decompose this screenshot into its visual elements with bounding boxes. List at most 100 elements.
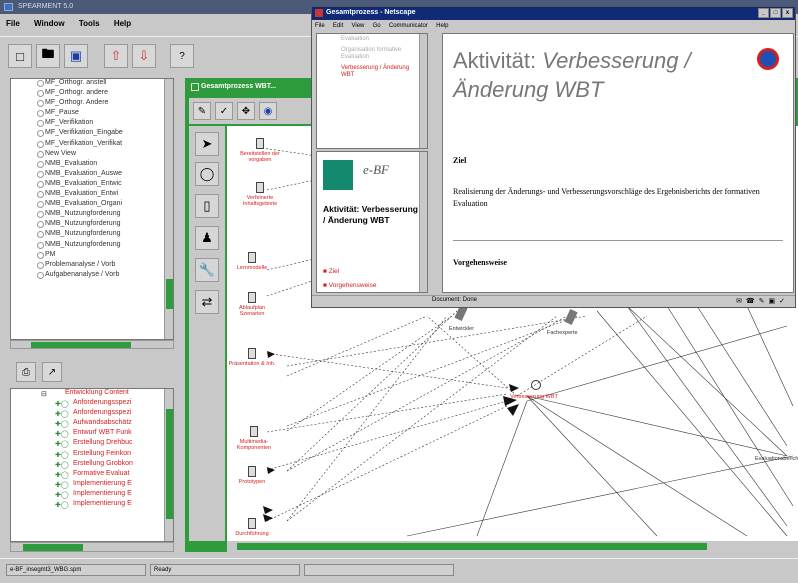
tree-item[interactable]: MF_Verifikation [11,119,173,129]
tree-top-vscroll[interactable] [164,79,173,339]
tree-item[interactable]: Problemanalyse / Vorb [11,261,173,271]
tree-item[interactable]: NMB_Evaluation_Auswe [11,170,173,180]
tree-item[interactable]: MF_Verifikation_Verifikat [11,140,173,150]
ns-link-vorgehen[interactable]: ■ Vorgehensweise [323,282,376,289]
document-icon [248,292,256,303]
ns-component-icons[interactable]: ✉☎✎▣✓ [736,297,789,305]
process-tree-top[interactable]: MF_Orthogr. anstell MF_Orthogr. andere MF_… [10,78,174,340]
tree-item[interactable]: MF_Orthogr. anstell [11,79,173,89]
activity-node-icon: ✚◯ [55,481,69,489]
globe-icon[interactable]: ◉ [259,102,277,120]
tree-item[interactable]: MF_Pause [11,109,173,119]
work-product-node[interactable]: Präsentation & Inh. [227,348,277,367]
work-product-node[interactable]: Ablaufplan Szenarien [227,292,277,317]
pencil-icon[interactable]: ✎ [193,102,211,120]
tree-item[interactable]: PM [11,251,173,261]
context-help-icon[interactable]: ? [170,44,194,68]
gear-icon [37,241,44,249]
activity-tree-item[interactable]: ✚◯ Implementierung E [11,490,173,500]
activity-tree-item[interactable]: ✚◯ Erstellung Drehbuc [11,439,173,449]
activity-tree-item[interactable]: ✚◯ Formative Evaluat [11,470,173,480]
check-icon[interactable]: ✓ [215,102,233,120]
center-activity-node[interactable]: Verbesserung WBT [509,394,559,400]
work-product-icon[interactable]: ▯ [195,194,219,218]
activity-tree-item[interactable]: ✚◯ Erstellung Feinkon [11,450,173,460]
ns-menu-help[interactable]: Help [433,21,451,29]
gear-icon [37,261,44,269]
activity-tree-hscroll[interactable] [10,542,174,552]
ns-menu-edit[interactable]: Edit [330,21,346,29]
tree-item[interactable]: MF_Orthogr. andere [11,89,173,99]
maximize-button[interactable]: □ [770,8,781,18]
tree-top-hscroll[interactable] [10,340,174,349]
activity-tree[interactable]: ⊟ Entwicklung Content ✚◯ Anforderungsspezi ✚… [10,388,174,542]
pointer-icon[interactable]: ➤ [195,132,219,156]
canvas-hscroll[interactable] [227,541,798,552]
document-icon [248,348,256,359]
tree-item[interactable]: NMB_Nutzungforderung [11,220,173,230]
menu-tools[interactable]: Tools [73,14,106,28]
work-product-node[interactable]: Lernmodelle [227,252,277,271]
close-button[interactable]: x [782,8,793,18]
activity-tree-vscroll[interactable] [164,389,173,541]
activity-tree-item[interactable]: ✚◯ Anforderungsspezi [11,399,173,409]
collapse-icon[interactable]: ⊟ [41,390,55,398]
activity-tree-item[interactable]: ✚◯ Implementierung E [11,480,173,490]
gear-icon [37,110,44,118]
activity-tree-item[interactable]: ✚◯ Entwurf WBT Funk [11,429,173,439]
gear-icon [37,191,44,199]
move-icon[interactable]: ✥ [237,102,255,120]
work-product-node[interactable]: Verfeinerte Inhaltsgebiete [235,182,285,207]
context-help-icon-2[interactable]: ↗ [42,362,62,382]
tree-item[interactable]: MF_Orthogr. Andere [11,99,173,109]
diagram-window-title: Gesamtprozess WBT... [187,80,317,94]
role-icon[interactable]: ♟ [195,226,219,250]
new-document-icon[interactable]: □ [8,44,32,68]
tree-item[interactable]: NMB_Evaluation_Entwi [11,190,173,200]
center-activity-icon[interactable] [531,380,541,390]
diagram-window-title-text: Gesamtprozess WBT... [201,83,277,90]
print-icon[interactable]: ⎙ [16,362,36,382]
ns-menu-communicator[interactable]: Communicator [386,21,431,29]
tree-item[interactable]: NMB_Nutzungforderung [11,210,173,220]
menu-help[interactable]: Help [108,14,137,28]
connector-icon[interactable]: ⇄ [195,290,219,314]
ns-nav-item[interactable]: Evaluation [317,34,427,45]
tree-item[interactable]: NMB_Evaluation [11,160,173,170]
ns-toc-scroll[interactable] [419,152,427,292]
activity-tree-item[interactable]: ✚◯ Anforderungsspezi [11,409,173,419]
wrench-icon[interactable]: 🔧 [195,258,219,282]
ns-menu-go[interactable]: Go [370,21,384,29]
work-product-node[interactable]: Multimedia-Komponenten [229,426,279,451]
tree-item[interactable]: NMB_Evaluation_Entwic [11,180,173,190]
tree-item[interactable]: NMB_Nutzungforderung [11,241,173,251]
work-product-node[interactable]: Bereitstellen der vorgaben [235,138,285,163]
activity-tree-item[interactable]: ✚◯ Implementierung E [11,500,173,510]
minimize-button[interactable]: _ [758,8,769,18]
tree-item[interactable]: MF_Verifikation_Eingabe [11,129,173,139]
activity-node-icon: ✚◯ [55,421,69,429]
ns-link-ziel[interactable]: ■ Ziel [323,268,339,275]
menu-file[interactable]: File [0,14,26,28]
ns-menu-view[interactable]: View [348,21,367,29]
save-icon[interactable]: ▣ [64,44,88,68]
menu-window[interactable]: Window [28,14,71,28]
tree-item[interactable]: NMB_Nutzungforderung [11,230,173,240]
activity-tree-root[interactable]: ⊟ Entwicklung Content [11,389,173,399]
ns-nav-item[interactable]: Organisation formative Evaluation [317,45,427,63]
activity-icon[interactable]: ◯ [195,162,219,186]
ns-menu-file[interactable]: File [312,21,328,29]
tree-item[interactable]: New View [11,150,173,160]
tree-item[interactable]: Aufgabenanalyse / Vorb [11,271,173,281]
ns-nav-scroll[interactable] [419,34,427,148]
open-folder-icon[interactable]: 🖿 [36,44,60,68]
work-product-node[interactable]: Prototypen [227,466,277,485]
tree-item[interactable]: NMB_Evaluation_Organi [11,200,173,210]
activity-tree-item[interactable]: ✚◯ Erstellung Grobkon [11,460,173,470]
ns-nav-item-active[interactable]: Verbesserung / Änderung WBT [317,63,427,81]
house-down-icon[interactable]: ⇩ [132,44,156,68]
status-empty [304,564,454,576]
activity-tree-item[interactable]: ✚◯ Aufwandsabschätz [11,419,173,429]
house-up-icon[interactable]: ⇧ [104,44,128,68]
work-product-node[interactable]: Durchführung [227,518,277,537]
